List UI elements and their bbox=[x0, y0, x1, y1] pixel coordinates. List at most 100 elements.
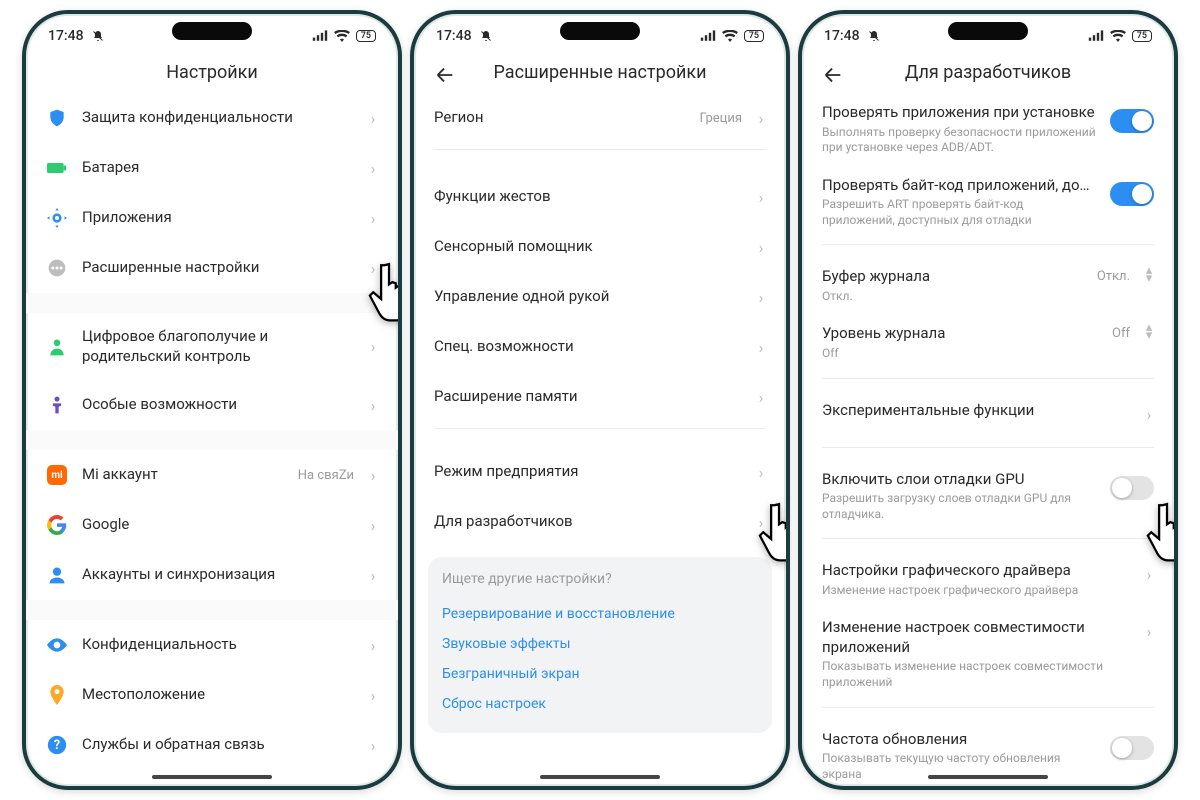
row-title: Изменение настроек совместимости приложе… bbox=[822, 618, 1130, 657]
bell-off-icon bbox=[478, 30, 494, 42]
row-value: Откл. bbox=[1097, 269, 1130, 284]
suggest-display[interactable]: Безграничный экран bbox=[442, 659, 758, 689]
row-subtitle: Откл. bbox=[822, 289, 1083, 305]
item-enterprise[interactable]: Режим предприятия› bbox=[414, 447, 786, 497]
home-indicator bbox=[540, 775, 660, 779]
item-apps[interactable]: Приложения › bbox=[26, 193, 398, 243]
suggest-reset[interactable]: Сброс настроек bbox=[442, 689, 758, 719]
dots-icon bbox=[46, 257, 68, 279]
row-title: Частота обновления bbox=[822, 730, 1096, 750]
status-time: 17:48 bbox=[436, 28, 472, 44]
chevron-right-icon: › bbox=[368, 466, 378, 485]
phone-developer-options: 17:48 75 Для разработчиков Проверять при… bbox=[798, 10, 1178, 790]
row-title: Проверять байт-код приложений, дос… bbox=[822, 176, 1096, 196]
dev-row-3[interactable]: Уровень журналаOffOff▴▾ bbox=[802, 314, 1174, 371]
item-mi-account[interactable]: mi Mi аккаунт На свяZи › bbox=[26, 450, 398, 500]
chevron-right-icon: › bbox=[756, 109, 766, 128]
dev-row-4[interactable]: Экспериментальные функции› bbox=[802, 391, 1174, 441]
chevron-right-icon: › bbox=[1144, 565, 1154, 584]
toggle-switch[interactable] bbox=[1110, 736, 1154, 760]
suggest-sound[interactable]: Звуковые эффекты bbox=[442, 629, 758, 659]
accessibility-icon bbox=[46, 394, 68, 416]
row-title: Проверять приложения при установке bbox=[822, 103, 1096, 123]
chevron-right-icon: › bbox=[368, 259, 378, 278]
item-wellbeing[interactable]: Цифровое благополучие и родительский кон… bbox=[26, 313, 398, 380]
item-developer-options[interactable]: Для разработчиков› bbox=[414, 497, 786, 547]
item-advanced-settings[interactable]: Расширенные настройки › bbox=[26, 243, 398, 293]
item-help[interactable]: ? Службы и обратная связь › bbox=[26, 720, 398, 770]
item-accounts[interactable]: Аккаунты и синхронизация › bbox=[26, 550, 398, 600]
chevron-right-icon: › bbox=[756, 238, 766, 257]
battery-icon: 75 bbox=[356, 30, 376, 42]
advanced-list[interactable]: Регион Греция › Функции жестов› Сенсорны… bbox=[414, 93, 786, 786]
page-title: Расширенные настройки bbox=[414, 44, 786, 93]
chevron-right-icon: › bbox=[368, 566, 378, 585]
dev-row-1[interactable]: Проверять байт-код приложений, дос…Разре… bbox=[802, 166, 1174, 239]
dev-row-0[interactable]: Проверять приложения при установкеВыполн… bbox=[802, 93, 1174, 166]
row-title: Буфер журнала bbox=[822, 267, 1083, 287]
suggestion-block: Ищете другие настройки? Резервирование и… bbox=[428, 557, 772, 733]
settings-list[interactable]: Защита конфиденциальности › Батарея › Пр… bbox=[26, 93, 398, 786]
dev-row-2[interactable]: Буфер журнала Откл. Откл. ▴▾ bbox=[802, 257, 1174, 314]
dev-row-6[interactable]: Настройки графического драйвераИзменение… bbox=[802, 551, 1174, 608]
toggle-switch[interactable] bbox=[1110, 109, 1154, 133]
mi-icon: mi bbox=[46, 464, 68, 486]
devopts-list[interactable]: Проверять приложения при установкеВыполн… bbox=[802, 93, 1174, 786]
signal-icon bbox=[312, 30, 328, 42]
row-title: Экспериментальные функции bbox=[822, 401, 1130, 421]
status-bar: 17:48 75 bbox=[414, 20, 786, 44]
row-subtitle: Показывать изменение настроек совместимо… bbox=[822, 659, 1130, 690]
signal-icon bbox=[1088, 30, 1104, 42]
back-button[interactable] bbox=[434, 64, 456, 86]
item-memory-ext[interactable]: Расширение памяти› bbox=[414, 372, 786, 422]
item-gestures[interactable]: Функции жестов› bbox=[414, 172, 786, 222]
dev-row-5[interactable]: Включить слои отладки GPUРазрешить загру… bbox=[802, 460, 1174, 533]
row-subtitle: Разрешить загрузку слоев отладки GPU для… bbox=[822, 491, 1096, 522]
item-privacy[interactable]: Конфиденциальность › bbox=[26, 620, 398, 670]
bell-off-icon bbox=[866, 30, 882, 42]
phone-settings: 17:48 75 Настройки Защита конфиденциальн… bbox=[22, 10, 402, 790]
row-title: Уровень журнала bbox=[822, 324, 1098, 344]
home-indicator bbox=[152, 775, 272, 779]
page-title: Для разработчиков bbox=[802, 44, 1174, 93]
wifi-icon bbox=[722, 30, 738, 42]
status-bar: 17:48 75 bbox=[802, 20, 1174, 44]
item-accessibility-adv[interactable]: Спец. возможности› bbox=[414, 322, 786, 372]
item-location[interactable]: Местоположение › bbox=[26, 670, 398, 720]
item-onehanded[interactable]: Управление одной рукой› bbox=[414, 272, 786, 322]
chevron-right-icon: › bbox=[1144, 622, 1154, 641]
item-accessibility[interactable]: Особые возможности › bbox=[26, 380, 398, 430]
signal-icon bbox=[700, 30, 716, 42]
item-region[interactable]: Регион Греция › bbox=[414, 93, 786, 143]
chevron-right-icon: › bbox=[368, 516, 378, 535]
wifi-icon bbox=[334, 30, 350, 42]
item-battery[interactable]: Батарея › bbox=[26, 143, 398, 193]
chevron-right-icon: › bbox=[368, 736, 378, 755]
status-time: 17:48 bbox=[824, 28, 860, 44]
chevron-right-icon: › bbox=[756, 288, 766, 307]
status-time: 17:48 bbox=[48, 28, 84, 44]
item-quickball[interactable]: Сенсорный помощник› bbox=[414, 222, 786, 272]
user-icon bbox=[46, 564, 68, 586]
updown-icon: ▴▾ bbox=[1144, 267, 1154, 283]
item-privacy-protection[interactable]: Защита конфиденциальности › bbox=[26, 93, 398, 143]
back-button[interactable] bbox=[822, 64, 844, 86]
home-indicator bbox=[928, 775, 1048, 779]
gear-icon bbox=[46, 207, 68, 229]
dev-row-7[interactable]: Изменение настроек совместимости приложе… bbox=[802, 608, 1174, 700]
eye-icon bbox=[46, 634, 68, 656]
chevron-right-icon: › bbox=[368, 337, 378, 356]
battery-icon: 75 bbox=[1132, 30, 1152, 42]
chevron-right-icon: › bbox=[368, 636, 378, 655]
phone-advanced-settings: 17:48 75 Расширенные настройки Регион Гр… bbox=[410, 10, 790, 790]
row-subtitle: Разрешить ART проверять байт-код приложе… bbox=[822, 197, 1096, 228]
suggest-backup[interactable]: Резервирование и восстановление bbox=[442, 599, 758, 629]
chevron-right-icon: › bbox=[756, 513, 766, 532]
item-google[interactable]: Google › bbox=[26, 500, 398, 550]
chevron-right-icon: › bbox=[756, 338, 766, 357]
chevron-right-icon: › bbox=[368, 396, 378, 415]
shield-icon bbox=[46, 107, 68, 129]
toggle-switch[interactable] bbox=[1110, 182, 1154, 206]
chevron-right-icon: › bbox=[756, 188, 766, 207]
toggle-switch[interactable] bbox=[1110, 476, 1154, 500]
